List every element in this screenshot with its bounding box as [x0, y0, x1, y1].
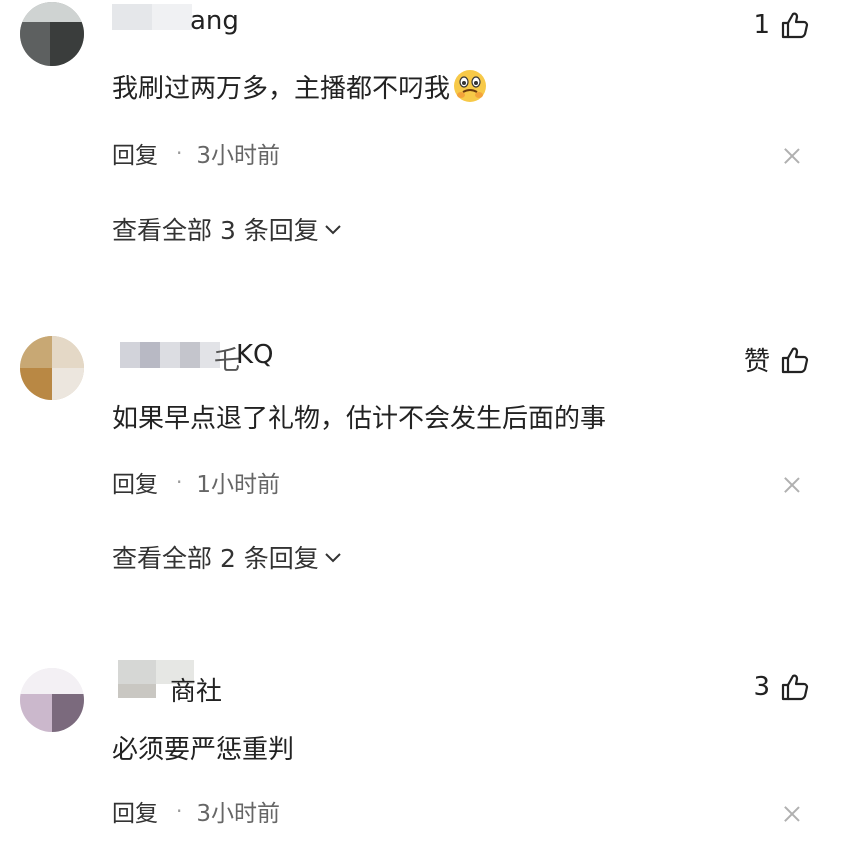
reply-button[interactable]: 回复 [112, 794, 158, 828]
reply-button[interactable]: 回复 [112, 136, 158, 170]
separator-dot: · [176, 141, 183, 165]
view-all-replies-label: 查看全部 2 条回复 [112, 544, 319, 573]
like-count: 1 [753, 10, 770, 40]
like-button[interactable]: 3 [753, 672, 810, 702]
chevron-down-icon [325, 553, 341, 563]
like-count: 3 [753, 672, 770, 702]
avatar[interactable] [20, 668, 84, 732]
like-button[interactable]: 1 [753, 10, 810, 40]
grimacing-face-icon [454, 70, 487, 102]
avatar[interactable] [20, 2, 84, 66]
comment-meta: 回复 · 1小时前 [112, 466, 280, 498]
separator-dot: · [176, 799, 183, 823]
reply-button[interactable]: 回复 [112, 465, 158, 499]
chevron-down-icon [325, 225, 341, 235]
comment-time: 3小时前 [196, 801, 280, 827]
view-all-replies-button[interactable]: 查看全部 2 条回复 [112, 540, 343, 574]
comment-text-row: 我刷过两万多，主播都不叼我 [112, 66, 488, 106]
comment-text-row: 如果早点退了礼物，估计不会发生后面的事 [112, 396, 606, 436]
thumbs-up-icon [781, 347, 809, 373]
like-button[interactable]: 赞 [744, 341, 810, 378]
comment-text: 必须要严惩重判 [112, 734, 295, 765]
comment-text-row: 必须要严惩重判 [112, 727, 294, 767]
view-all-replies-button[interactable]: 查看全部 3 条回复 [112, 212, 343, 246]
like-count: 赞 [743, 347, 770, 377]
thumbs-up-icon [781, 12, 809, 39]
comment-text: 如果早点退了礼物，估计不会发生后面的事 [112, 403, 607, 434]
separator-dot: · [176, 470, 183, 494]
username-text: KQ [236, 340, 274, 370]
close-icon[interactable] [784, 806, 800, 822]
comment-meta: 回复 · 3小时前 [112, 795, 280, 827]
view-all-replies-label: 查看全部 3 条回复 [112, 216, 319, 245]
thumbs-up-icon [781, 674, 809, 701]
close-icon[interactable] [784, 148, 800, 164]
comment-time: 1小时前 [196, 472, 280, 498]
comment-time: 3小时前 [196, 143, 280, 169]
comment-meta: 回复 · 3小时前 [112, 137, 280, 169]
username-blur [120, 342, 220, 370]
username-text: 商社 [170, 677, 223, 707]
close-icon[interactable] [784, 477, 800, 493]
username-text: ang [190, 6, 239, 36]
username-blur [112, 4, 192, 32]
comment-text: 我刷过两万多，主播都不叼我 [112, 73, 451, 104]
avatar[interactable] [20, 336, 84, 400]
